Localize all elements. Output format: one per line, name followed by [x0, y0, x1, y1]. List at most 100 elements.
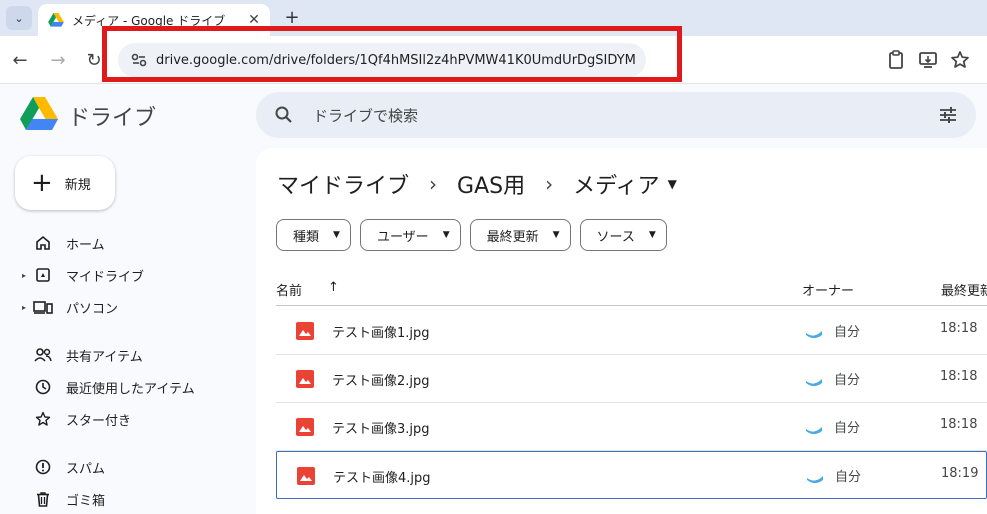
- new-button[interactable]: + 新規: [15, 156, 115, 210]
- new-button-label: 新規: [64, 177, 91, 193]
- avatar: [806, 331, 822, 338]
- column-header-owner: オーナー: [802, 284, 855, 299]
- image-file-icon: [297, 467, 315, 485]
- shared-icon: [32, 345, 54, 365]
- avatar: [806, 379, 822, 386]
- google-drive-logo[interactable]: [20, 97, 58, 131]
- sidebar-item-label: パソコン: [66, 301, 119, 317]
- drive-search-bar[interactable]: ドライブで検索: [256, 92, 976, 138]
- table-row[interactable]: テスト画像1.jpg 自分 18:18: [276, 307, 987, 355]
- column-header-name[interactable]: 名前: [276, 280, 302, 299]
- sidebar-item-recent[interactable]: 最近使用したアイテム: [32, 373, 195, 401]
- main-content: マイドライブ › GAS用 › メディア ▼ 種類 ▼ ユーザー ▼ 最終更新 ▼ ソ…: [256, 148, 987, 514]
- avatar: [806, 427, 822, 434]
- folder-menu-dropdown-icon[interactable]: ▼: [668, 177, 677, 191]
- tab-title: メディア - Google ドライブ: [72, 13, 226, 28]
- sidebar-item-home[interactable]: ホーム: [32, 229, 105, 257]
- bookmark-star-icon[interactable]: [948, 48, 972, 72]
- breadcrumb-current-folder[interactable]: メディア: [573, 168, 659, 200]
- browser-tab[interactable]: メディア - Google ドライブ ✕: [38, 4, 270, 36]
- sidebar-item-label: ゴミ箱: [66, 493, 106, 509]
- filter-modified-chip[interactable]: 最終更新 ▼: [469, 219, 571, 251]
- image-file-icon: [296, 418, 314, 436]
- table-header: 名前 ↑ オーナー 最終更新: [276, 276, 987, 306]
- sidebar-item-label: 共有アイテム: [66, 349, 143, 365]
- modified-time: 18:19: [941, 466, 979, 481]
- dropdown-arrow-icon: ▼: [442, 230, 450, 240]
- sidebar-item-spam[interactable]: スパム: [32, 453, 105, 481]
- image-file-icon: [296, 370, 314, 388]
- address-bar[interactable]: drive.google.com/drive/folders/1Qf4hMSIl…: [118, 43, 646, 77]
- modified-time: 18:18: [940, 417, 978, 432]
- sidebar-item-label: スター付き: [66, 413, 132, 429]
- dropdown-arrow-icon: ▼: [648, 230, 656, 240]
- sidebar-item-starred[interactable]: スター付き: [32, 405, 131, 433]
- reload-icon[interactable]: ↻: [82, 48, 106, 72]
- sidebar-item-trash[interactable]: ゴミ箱: [32, 485, 105, 513]
- modified-time: 18:18: [940, 369, 978, 384]
- file-name[interactable]: テスト画像3.jpg: [332, 418, 430, 437]
- breadcrumb-my-drive[interactable]: マイドライブ: [277, 168, 409, 200]
- expand-caret-icon[interactable]: ▸: [22, 271, 32, 280]
- sidebar-item-computers[interactable]: ▸ パソコン: [22, 293, 118, 321]
- table-row-selected[interactable]: テスト画像4.jpg 自分 18:19: [276, 451, 987, 499]
- new-tab-button[interactable]: +: [282, 6, 302, 28]
- spam-icon: [32, 457, 54, 477]
- modified-time: 18:18: [940, 321, 978, 336]
- sidebar-item-label: スパム: [66, 461, 106, 477]
- sidebar-item-label: 最近使用したアイテム: [66, 381, 195, 397]
- breadcrumb: マイドライブ › GAS用 › メディア ▼: [277, 168, 677, 200]
- breadcrumb-gas-folder[interactable]: GAS用: [457, 168, 525, 200]
- filter-label: 最終更新: [486, 229, 539, 245]
- image-file-icon: [296, 322, 314, 340]
- back-arrow-icon[interactable]: ←: [8, 48, 32, 72]
- expand-caret-icon[interactable]: ▸: [22, 303, 32, 312]
- close-tab-icon[interactable]: ✕: [244, 10, 264, 30]
- filter-people-chip[interactable]: ユーザー ▼: [359, 219, 461, 251]
- table-row[interactable]: テスト画像2.jpg 自分 18:18: [276, 355, 987, 403]
- star-icon: [32, 409, 54, 429]
- avatar: [807, 476, 823, 483]
- column-header-modified[interactable]: 最終更新: [941, 280, 987, 299]
- filter-source-chip[interactable]: ソース ▼: [579, 219, 667, 251]
- sidebar-item-label: ホーム: [66, 237, 105, 253]
- search-input[interactable]: ドライブで検索: [313, 105, 418, 126]
- url-text[interactable]: drive.google.com/drive/folders/1Qf4hMSIl…: [156, 53, 636, 68]
- clock-icon: [32, 377, 54, 397]
- file-name[interactable]: テスト画像4.jpg: [333, 467, 431, 486]
- tab-search-button[interactable]: ⌄: [6, 6, 32, 30]
- home-icon: [32, 233, 54, 253]
- filter-label: ユーザー: [376, 229, 429, 245]
- filter-chips: 種類 ▼ ユーザー ▼ 最終更新 ▼ ソース ▼: [276, 219, 676, 251]
- file-name[interactable]: テスト画像1.jpg: [332, 322, 430, 341]
- filter-type-chip[interactable]: 種類 ▼: [276, 219, 351, 251]
- dropdown-arrow-icon: ▼: [333, 230, 340, 240]
- browser-toolbar: ← → ↻ drive.google.com/drive/folders/1Qf…: [0, 26, 987, 84]
- my-drive-icon: [32, 265, 54, 285]
- owner: 自分: [835, 470, 862, 485]
- computers-icon: [32, 297, 54, 317]
- owner: 自分: [834, 373, 861, 388]
- owner: 自分: [834, 421, 861, 436]
- search-options-icon[interactable]: [938, 105, 958, 125]
- clipboard-icon[interactable]: [884, 48, 908, 72]
- file-name[interactable]: テスト画像2.jpg: [332, 370, 430, 389]
- site-settings-icon[interactable]: [130, 51, 148, 69]
- google-drive-favicon-icon: [48, 13, 64, 27]
- browser-tab-bar: ⌄ メディア - Google ドライブ ✕ +: [0, 0, 987, 36]
- chevron-right-icon: ›: [545, 172, 554, 196]
- chevron-right-icon: ›: [429, 172, 438, 196]
- search-icon[interactable]: [274, 105, 294, 125]
- install-app-icon[interactable]: [916, 48, 940, 72]
- sidebar-item-shared[interactable]: 共有アイテム: [32, 341, 143, 369]
- dropdown-arrow-icon: ▼: [552, 230, 560, 240]
- owner: 自分: [834, 325, 861, 340]
- sort-ascending-icon[interactable]: ↑: [328, 280, 339, 295]
- app-name[interactable]: ドライブ: [68, 100, 156, 132]
- plus-icon: +: [31, 168, 53, 198]
- forward-arrow-icon[interactable]: →: [46, 48, 70, 72]
- filter-label: 種類: [293, 229, 320, 245]
- trash-icon: [32, 489, 54, 509]
- sidebar-item-my-drive[interactable]: ▸ マイドライブ: [22, 261, 144, 289]
- table-row[interactable]: テスト画像3.jpg 自分 18:18: [276, 403, 987, 451]
